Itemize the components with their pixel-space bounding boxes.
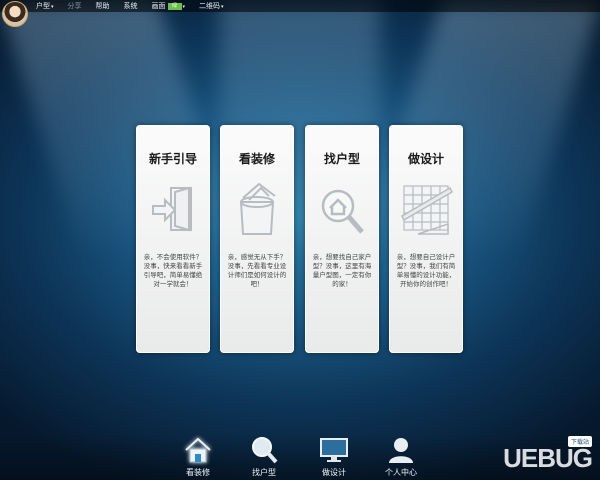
card-description: 亲，不会使用软件？没事，快来看看新手引导吧，简单易懂绝对一学就会！: [143, 253, 203, 288]
top-menu-bar: 户型▾ 分享 帮助 系统 画面绿 ▾ 二维码▾: [0, 0, 600, 12]
card-view-decoration[interactable]: 看装修 亲，感觉无从下手？没事，先看看专业设计师们是如何设计的吧！: [220, 125, 294, 353]
card-description: 亲，感觉无从下手？没事，先看看专业设计师们是如何设计的吧！: [227, 253, 287, 288]
magnifier-icon: [252, 437, 278, 464]
card-title: 找户型: [323, 152, 360, 166]
menu-item-qrcode[interactable]: 二维码▾: [199, 1, 224, 11]
dock-item-find-floorplan[interactable]: 找户型: [244, 435, 284, 478]
dock-item-view-decoration[interactable]: 看装修: [178, 435, 218, 478]
card-find-floorplan[interactable]: 找户型 亲，想要找自己家户型？没事，这里有海量户型图，一定有你的家！: [305, 125, 379, 353]
card-title: 看装修: [238, 152, 275, 166]
dock-item-do-design[interactable]: 做设计: [314, 435, 354, 478]
house-icon: [185, 437, 211, 463]
menu-item-system[interactable]: 系统: [124, 1, 138, 11]
user-icon: [389, 438, 413, 463]
user-avatar[interactable]: [2, 1, 28, 27]
card-description: 亲，想要自己设计户型？没事，我们有简单易懂的设计功能，开始你的创作吧！: [396, 253, 456, 288]
card-do-design[interactable]: 做设计 亲，想要自己设计户型？没事，我们有简单易懂的设计功能，开始你的创作吧！: [389, 125, 463, 353]
grid-design-icon: [401, 185, 453, 235]
card-description: 亲，想要找自己家户型？没事，这里有海量户型图，一定有你的家！: [312, 253, 372, 288]
dock-item-personal-center[interactable]: 个人中心: [381, 435, 421, 478]
menu: 户型▾ 分享 帮助 系统 画面绿 ▾ 二维码▾: [36, 0, 224, 12]
menu-item-share[interactable]: 分享: [68, 1, 82, 11]
card-title: 做设计: [407, 152, 444, 166]
watermark-logo: UEBUG 下载站: [503, 436, 593, 473]
menu-item-help[interactable]: 帮助: [96, 1, 110, 11]
paint-bucket-icon: [239, 182, 276, 235]
skin-badge: 绿: [167, 2, 182, 10]
monitor-icon: [320, 438, 348, 462]
card-beginner-guide[interactable]: 新手引导 亲，不会使用软件？没事，快来看看新手引导吧，简单易懂绝对一学就会！: [136, 125, 210, 353]
menu-item-huxing[interactable]: 户型▾: [36, 1, 54, 11]
house-search-icon: [321, 189, 364, 234]
card-title: 新手引导: [148, 152, 197, 166]
door-enter-icon: [152, 186, 192, 232]
menu-item-display[interactable]: 画面绿 ▾: [152, 1, 186, 11]
watermark-badge: 下载站: [567, 436, 592, 447]
